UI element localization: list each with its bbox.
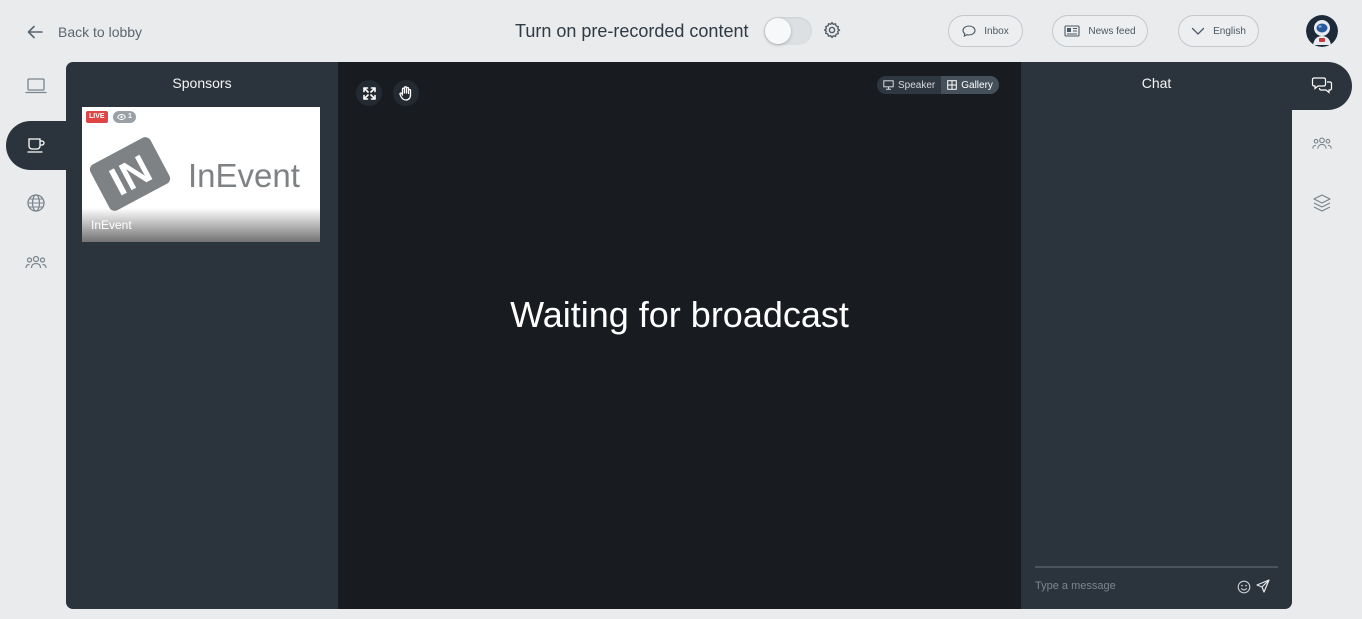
chat-title: Chat bbox=[1141, 75, 1172, 91]
coffee-cup-icon[interactable] bbox=[24, 133, 48, 157]
speaker-view-button[interactable]: Speaker bbox=[877, 76, 941, 94]
gallery-view-label: Gallery bbox=[961, 79, 993, 91]
live-badge: LIVE bbox=[86, 111, 108, 123]
viewer-count-badge: 1 bbox=[113, 111, 136, 123]
news-feed-label: News feed bbox=[1088, 25, 1136, 37]
inbox-label: Inbox bbox=[984, 25, 1009, 37]
back-to-lobby-label: Back to lobby bbox=[58, 24, 143, 40]
speech-bubble-icon bbox=[962, 25, 976, 37]
inbox-button[interactable]: Inbox bbox=[948, 15, 1023, 47]
gallery-view-button[interactable]: Gallery bbox=[941, 76, 999, 94]
layers-icon[interactable] bbox=[1311, 192, 1333, 214]
prerecorded-content-label: Turn on pre-recorded content bbox=[515, 20, 749, 41]
sponsors-title: Sponsors bbox=[172, 75, 232, 91]
sponsor-logo-text: InEvent bbox=[188, 157, 300, 194]
people-icon[interactable] bbox=[1311, 133, 1333, 155]
eye-icon bbox=[117, 114, 126, 120]
avatar[interactable] bbox=[1306, 15, 1338, 47]
sponsor-name: InEvent bbox=[91, 218, 132, 232]
chat-divider bbox=[1035, 566, 1278, 568]
back-to-lobby-link[interactable]: Back to lobby bbox=[26, 20, 142, 44]
grid-icon bbox=[947, 80, 958, 90]
chevron-down-icon bbox=[1191, 27, 1205, 35]
prerecorded-content-toggle[interactable] bbox=[764, 17, 812, 45]
people-icon[interactable] bbox=[24, 250, 48, 274]
speaker-view-label: Speaker bbox=[898, 79, 936, 91]
send-icon[interactable] bbox=[1256, 579, 1270, 593]
gear-icon[interactable] bbox=[822, 20, 842, 40]
news-feed-button[interactable]: News feed bbox=[1052, 15, 1148, 47]
waiting-for-broadcast-message: Waiting for broadcast bbox=[510, 294, 849, 335]
expand-icon bbox=[362, 86, 376, 100]
emoji-icon[interactable] bbox=[1237, 580, 1251, 594]
broadcast-stage: Speaker Gallery Waiting for broadcast bbox=[338, 62, 1021, 609]
chat-bubbles-icon[interactable] bbox=[1311, 74, 1333, 96]
laptop-icon[interactable] bbox=[24, 74, 48, 98]
chat-message-input[interactable] bbox=[1035, 574, 1230, 598]
language-select[interactable]: English bbox=[1178, 15, 1259, 47]
language-label: English bbox=[1213, 25, 1246, 37]
arrow-left-icon bbox=[27, 25, 43, 39]
prerecorded-content-label-wrap: Turn on pre-recorded content bbox=[515, 16, 748, 46]
monitor-icon bbox=[883, 80, 894, 90]
toggle-knob bbox=[765, 18, 791, 44]
viewer-count: 1 bbox=[128, 113, 132, 120]
raise-hand-button[interactable] bbox=[393, 80, 419, 106]
main-panel: Sponsors IN InEvent LIVE 1 InEvent Speak… bbox=[66, 62, 1292, 609]
hand-icon bbox=[399, 85, 412, 101]
globe-icon[interactable] bbox=[24, 191, 48, 215]
view-mode-switch: Speaker Gallery bbox=[877, 76, 999, 94]
fullscreen-button[interactable] bbox=[356, 80, 382, 106]
sponsor-card[interactable]: IN InEvent LIVE 1 InEvent bbox=[82, 107, 320, 242]
newspaper-icon bbox=[1064, 25, 1080, 37]
astronaut-avatar-icon bbox=[1306, 15, 1338, 47]
